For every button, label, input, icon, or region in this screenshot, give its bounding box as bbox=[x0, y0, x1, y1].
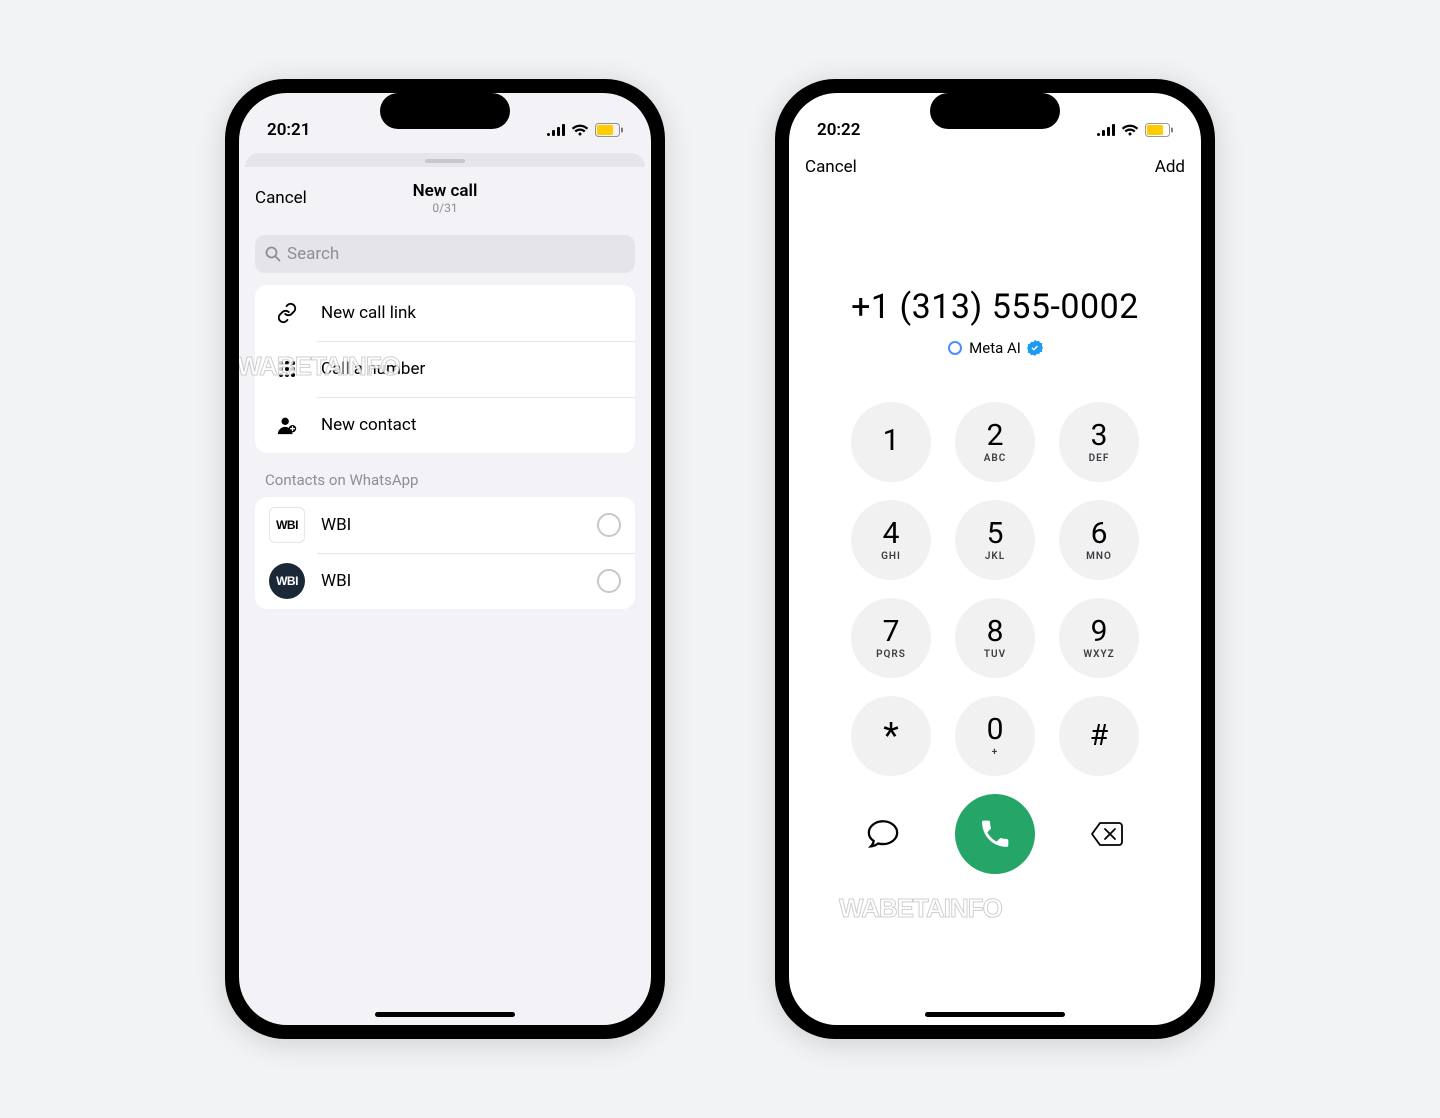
chat-bubble-icon bbox=[866, 817, 900, 851]
phone-icon bbox=[978, 817, 1012, 851]
dialed-number: +1 (313) 555-0002 bbox=[789, 287, 1201, 327]
backspace-button[interactable] bbox=[1085, 812, 1129, 856]
call-a-number-row[interactable]: Call a number bbox=[255, 341, 635, 397]
key-0[interactable]: 0+ bbox=[955, 696, 1035, 776]
contact-name: WBI bbox=[321, 571, 581, 591]
verified-badge-icon bbox=[1027, 340, 1043, 356]
meta-ai-icon bbox=[947, 340, 963, 356]
key-4[interactable]: 4GHI bbox=[851, 500, 931, 580]
watermark: WABETAINFO bbox=[839, 893, 1002, 924]
add-button[interactable]: Add bbox=[1155, 157, 1185, 177]
cancel-button[interactable]: Cancel bbox=[255, 188, 307, 208]
header-subtitle: 0/31 bbox=[413, 201, 478, 215]
contact-row[interactable]: WBI WBI bbox=[255, 497, 635, 553]
key-3[interactable]: 3DEF bbox=[1059, 402, 1139, 482]
key-9[interactable]: 9WXYZ bbox=[1059, 598, 1139, 678]
row-label: New contact bbox=[321, 415, 621, 435]
new-call-link-row[interactable]: New call link bbox=[255, 285, 635, 341]
select-radio[interactable] bbox=[597, 513, 621, 537]
dialer-bottom-row bbox=[789, 794, 1201, 874]
avatar: WBI bbox=[269, 563, 305, 599]
link-icon bbox=[269, 295, 305, 331]
key-5[interactable]: 5JKL bbox=[955, 500, 1035, 580]
search-icon bbox=[265, 246, 281, 262]
battery-icon bbox=[595, 123, 623, 137]
contacts-card: WBI WBI WBI WBI bbox=[255, 497, 635, 609]
status-icons bbox=[1097, 123, 1173, 137]
key-6[interactable]: 6MNO bbox=[1059, 500, 1139, 580]
notch bbox=[930, 93, 1060, 129]
backspace-icon bbox=[1090, 820, 1124, 848]
status-time: 20:21 bbox=[267, 120, 310, 140]
search-placeholder: Search bbox=[287, 244, 339, 264]
status-time: 20:22 bbox=[817, 120, 860, 140]
screen-dialer: 20:22 Cancel Add +1 (313) 555-0002 Me bbox=[789, 93, 1201, 1025]
notch bbox=[380, 93, 510, 129]
wifi-icon bbox=[1121, 123, 1139, 137]
actions-card: New call link Call a number New contact bbox=[255, 285, 635, 453]
message-button[interactable] bbox=[861, 812, 905, 856]
dialpad: 1 2ABC 3DEF 4GHI 5JKL 6MNO 7PQRS 8TUV 9W… bbox=[789, 402, 1201, 776]
key-1[interactable]: 1 bbox=[851, 402, 931, 482]
contacts-section-label: Contacts on WhatsApp bbox=[265, 471, 625, 489]
call-button[interactable] bbox=[955, 794, 1035, 874]
row-label: New call link bbox=[321, 303, 621, 323]
cellular-icon bbox=[547, 124, 565, 136]
status-icons bbox=[547, 123, 623, 137]
avatar: WBI bbox=[269, 507, 305, 543]
key-7[interactable]: 7PQRS bbox=[851, 598, 931, 678]
search-input[interactable]: Search bbox=[255, 235, 635, 273]
select-radio[interactable] bbox=[597, 569, 621, 593]
cancel-button[interactable]: Cancel bbox=[805, 157, 857, 177]
page-title: New call bbox=[413, 181, 478, 201]
phone-left: 20:21 Cancel New call 0/31 Search bbox=[225, 79, 665, 1039]
key-2[interactable]: 2ABC bbox=[955, 402, 1035, 482]
contact-row[interactable]: WBI WBI bbox=[255, 553, 635, 609]
sheet-handle[interactable] bbox=[245, 153, 645, 167]
modal-header: Cancel New call 0/31 bbox=[239, 167, 651, 225]
screen-new-call: 20:21 Cancel New call 0/31 Search bbox=[239, 93, 651, 1025]
cellular-icon bbox=[1097, 124, 1115, 136]
modal-header: Cancel Add bbox=[789, 153, 1201, 177]
key-star[interactable]: * bbox=[851, 696, 931, 776]
dial-display: +1 (313) 555-0002 Meta AI bbox=[789, 177, 1201, 357]
row-label: Call a number bbox=[321, 359, 621, 379]
key-8[interactable]: 8TUV bbox=[955, 598, 1035, 678]
caller-id-name: Meta AI bbox=[969, 339, 1021, 357]
dialpad-icon bbox=[269, 351, 305, 387]
key-hash[interactable]: # bbox=[1059, 696, 1139, 776]
phone-right: 20:22 Cancel Add +1 (313) 555-0002 Me bbox=[775, 79, 1215, 1039]
home-indicator[interactable] bbox=[375, 1012, 515, 1017]
caller-id-row[interactable]: Meta AI bbox=[789, 339, 1201, 357]
wifi-icon bbox=[571, 123, 589, 137]
contact-name: WBI bbox=[321, 515, 581, 535]
new-contact-row[interactable]: New contact bbox=[255, 397, 635, 453]
battery-icon bbox=[1145, 123, 1173, 137]
add-contact-icon bbox=[269, 407, 305, 443]
home-indicator[interactable] bbox=[925, 1012, 1065, 1017]
